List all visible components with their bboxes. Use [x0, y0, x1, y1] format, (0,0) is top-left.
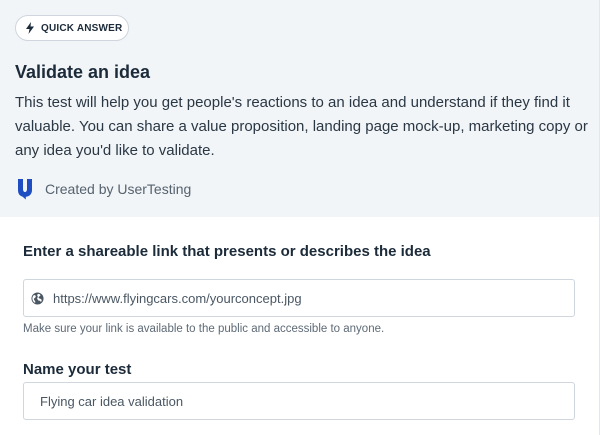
created-by-label: Created by UserTesting: [45, 181, 192, 197]
test-name-input[interactable]: Flying car idea validation: [23, 382, 575, 420]
test-name-value: Flying car idea validation: [40, 393, 184, 409]
shareable-link-value: https://www.flyingcars.com/yourconcept.j…: [53, 290, 302, 306]
globe-icon: [31, 291, 44, 305]
link-help-text: Make sure your link is available to the …: [23, 323, 385, 335]
create-test-panel: QUICK ANSWER Validate an idea This test …: [0, 0, 600, 435]
usertesting-logo-icon: [18, 179, 32, 200]
template-description: This test will help you get people's rea…: [15, 94, 588, 159]
badge-label: QUICK ANSWER: [41, 22, 123, 34]
template-summary: QUICK ANSWER Validate an idea This test …: [0, 0, 599, 217]
test-name-label: Name your test: [23, 361, 132, 378]
link-field-label: Enter a shareable link that presents or …: [23, 243, 431, 260]
quick-answer-badge: QUICK ANSWER: [15, 15, 129, 41]
shareable-link-input[interactable]: https://www.flyingcars.com/yourconcept.j…: [23, 279, 575, 317]
creator-info: Created by UserTesting: [16, 178, 191, 200]
lightning-icon: [26, 22, 34, 34]
page-title: Validate an idea: [15, 62, 151, 82]
